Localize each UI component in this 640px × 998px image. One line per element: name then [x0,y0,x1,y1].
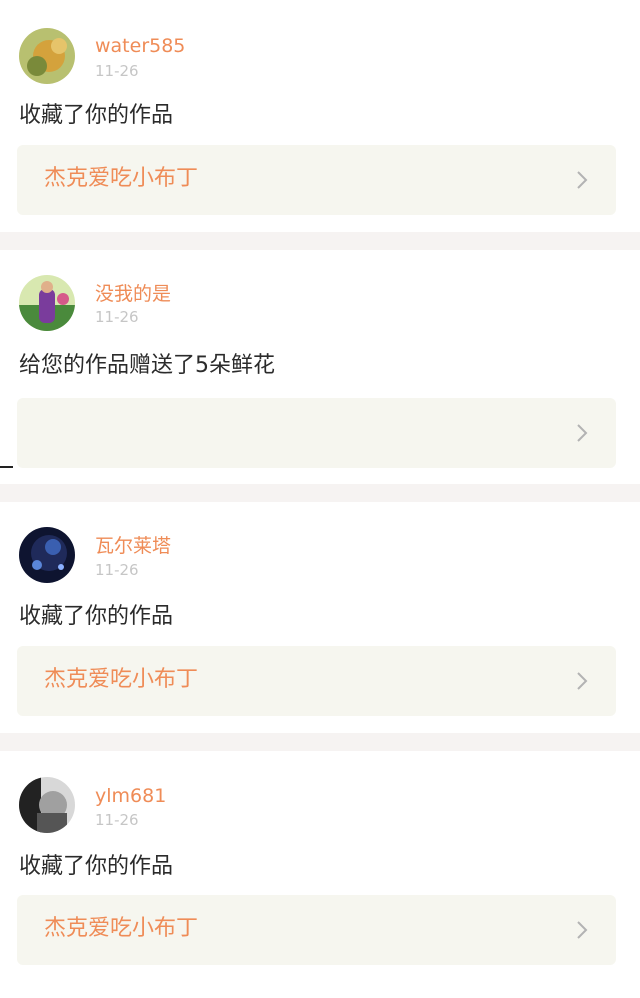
action-text: 收藏了你的作品 [19,854,174,879]
avatar-image [19,777,75,833]
separator [0,484,640,502]
notification-card: 没我的是 11-26 给您的作品赠送了5朵鲜花 [0,250,640,484]
avatar[interactable] [19,527,75,583]
chevron-right-icon [577,424,588,442]
separator [0,733,640,751]
avatar[interactable] [19,777,75,833]
work-title: 杰克爱吃小布丁 [44,166,199,191]
work-link[interactable]: 杰克爱吃小布丁 [17,646,616,716]
username[interactable]: 没我的是 [95,283,171,305]
timestamp: 11-26 [95,62,139,80]
chevron-right-icon [577,171,588,189]
action-text: 给您的作品赠送了5朵鲜花 [19,353,275,378]
work-title: 杰克爱吃小布丁 [44,667,199,692]
chevron-right-icon [577,672,588,690]
notification-card: ylm681 11-26 收藏了你的作品 杰克爱吃小布丁 [0,751,640,998]
avatar[interactable] [19,28,75,84]
username[interactable]: water585 [95,35,185,57]
action-text: 收藏了你的作品 [19,103,174,128]
work-link[interactable]: 杰克爱吃小布丁 [17,145,616,215]
username[interactable]: ylm681 [95,785,166,807]
timestamp: 11-26 [95,308,139,326]
separator [0,232,640,250]
notification-card: 瓦尔莱塔 11-26 收藏了你的作品 杰克爱吃小布丁 [0,502,640,733]
avatar-image [19,28,75,84]
avatar-image [19,275,75,331]
edge-marker [0,466,13,468]
action-text: 收藏了你的作品 [19,604,174,629]
work-link[interactable] [17,398,616,468]
notification-feed: water585 11-26 收藏了你的作品 杰克爱吃小布丁 没我的是 11-2… [0,0,640,998]
notification-card: water585 11-26 收藏了你的作品 杰克爱吃小布丁 [0,0,640,232]
timestamp: 11-26 [95,811,139,829]
work-link[interactable]: 杰克爱吃小布丁 [17,895,616,965]
timestamp: 11-26 [95,561,139,579]
avatar[interactable] [19,275,75,331]
work-title: 杰克爱吃小布丁 [44,916,199,941]
avatar-image [19,527,75,583]
chevron-right-icon [577,921,588,939]
username[interactable]: 瓦尔莱塔 [95,535,171,557]
